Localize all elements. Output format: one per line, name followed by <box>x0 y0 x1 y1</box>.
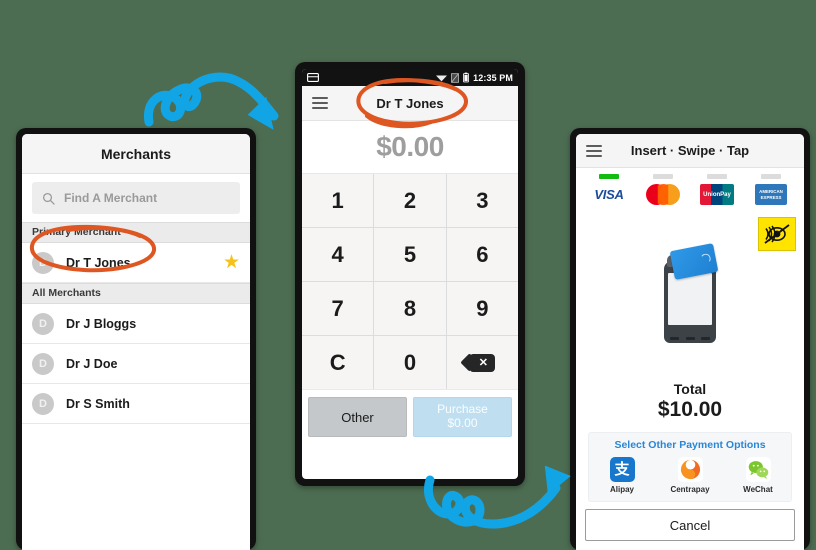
payment-appbar: Insert · Swipe · Tap <box>576 134 804 168</box>
terminal-illustration-area <box>576 209 804 381</box>
total-block: Total $10.00 <box>576 381 804 428</box>
other-payment-title[interactable]: Select Other Payment Options <box>595 439 785 451</box>
other-payment-panel: Select Other Payment Options 支 Alipay Ce… <box>588 432 792 502</box>
amex-icon: AMERICAN EXPRESS <box>755 184 787 205</box>
key-clear[interactable]: C <box>302 336 374 389</box>
wallet-label: Alipay <box>609 485 634 494</box>
key-2[interactable]: 2 <box>374 174 446 227</box>
wallet-label: Centrapay <box>670 485 710 494</box>
purchase-button[interactable]: Purchase $0.00 <box>413 397 512 437</box>
status-time: 12:35 PM <box>473 72 513 83</box>
status-bar: 12:35 PM <box>302 69 518 86</box>
other-button[interactable]: Other <box>308 397 407 437</box>
visa-label: VISA <box>594 187 624 202</box>
merchants-phone: Merchants Find A Merchant Primary Mercha… <box>16 128 256 550</box>
avatar: D <box>32 392 54 415</box>
keypad-appbar: Dr T Jones <box>302 86 518 121</box>
card-brand-visa: VISA <box>589 174 629 205</box>
card-brand-row: VISA UnionPay AMERICAN EXPRESS <box>576 168 804 209</box>
section-header-all: All Merchants <box>22 283 250 304</box>
list-item[interactable]: D Dr J Bloggs <box>22 304 250 344</box>
key-backspace[interactable]: ✕ <box>446 336 518 389</box>
arrow-to-keypad-phone <box>143 72 279 130</box>
key-0[interactable]: 0 <box>374 336 446 389</box>
merchant-name: Dr J Bloggs <box>66 316 137 331</box>
wallet-wechat[interactable]: WeChat <box>735 457 781 494</box>
purchase-amount: $0.00 <box>447 416 478 430</box>
brand-indicator <box>707 174 727 179</box>
mastercard-icon <box>646 184 680 205</box>
merchants-screen: Merchants Find A Merchant Primary Mercha… <box>22 134 250 550</box>
key-1[interactable]: 1 <box>302 174 374 227</box>
merchant-name: Dr S Smith <box>66 396 130 411</box>
merchant-name: Dr J Doe <box>66 356 118 371</box>
key-9[interactable]: 9 <box>446 282 518 335</box>
avatar: D <box>32 352 54 375</box>
wifi-icon <box>436 75 448 82</box>
appbar-title: Insert · Swipe · Tap <box>630 143 750 158</box>
key-6[interactable]: 6 <box>446 228 518 281</box>
key-5[interactable]: 5 <box>374 228 446 281</box>
star-icon[interactable]: ★ <box>223 253 240 272</box>
total-label: Total <box>673 381 707 397</box>
wallet-alipay[interactable]: 支 Alipay <box>599 457 645 494</box>
list-item[interactable]: D Dr T Jones ★ <box>22 243 250 283</box>
key-8[interactable]: 8 <box>374 282 446 335</box>
wallet-label: WeChat <box>743 485 773 494</box>
signal-icon <box>451 72 460 83</box>
wallet-options: 支 Alipay Centrapay WeChat <box>595 457 785 494</box>
total-amount: $10.00 <box>657 398 723 421</box>
amount-display: $0.00 <box>302 121 518 174</box>
search-container: Find A Merchant <box>22 174 250 222</box>
wallet-centrapay[interactable]: Centrapay <box>667 457 713 494</box>
centrapay-icon <box>677 457 703 482</box>
brand-indicator <box>653 174 673 179</box>
key-7[interactable]: 7 <box>302 282 374 335</box>
payment-phone: Insert · Swipe · Tap VISA UnionPay AMERI… <box>570 128 810 550</box>
avatar: D <box>32 312 54 335</box>
avatar: D <box>32 251 54 274</box>
payment-screen: Insert · Swipe · Tap VISA UnionPay AMERI… <box>576 134 804 550</box>
status-bar-left <box>307 73 436 82</box>
keypad-actions: Other Purchase $0.00 <box>302 389 518 444</box>
page-title: Merchants <box>100 145 172 162</box>
keypad-phone: 12:35 PM Dr T Jones $0.00 1 2 3 4 5 6 7 … <box>295 62 525 486</box>
search-input[interactable]: Find A Merchant <box>32 182 240 214</box>
contactless-disabled-icon <box>758 217 796 251</box>
payment-terminal-icon <box>664 243 719 343</box>
search-icon <box>42 192 55 205</box>
key-3[interactable]: 3 <box>446 174 518 227</box>
status-bar-right: 12:35 PM <box>436 72 513 83</box>
list-item[interactable]: D Dr J Doe <box>22 344 250 384</box>
purchase-label: Purchase <box>437 402 488 417</box>
key-4[interactable]: 4 <box>302 228 374 281</box>
card-brand-amex: AMERICAN EXPRESS <box>751 174 791 205</box>
backspace-icon: ✕ <box>469 353 495 372</box>
appbar-title: Dr T Jones <box>376 95 444 111</box>
unionpay-icon: UnionPay <box>700 184 734 205</box>
card-brand-mastercard <box>643 174 683 205</box>
hamburger-icon[interactable] <box>312 97 328 109</box>
card-reader-icon <box>307 73 319 82</box>
battery-icon <box>463 72 470 83</box>
amount-value: $0.00 <box>376 131 444 162</box>
brand-indicator <box>599 174 619 179</box>
merchants-titlebar: Merchants <box>22 134 250 174</box>
numeric-keypad: 1 2 3 4 5 6 7 8 9 C 0 ✕ <box>302 174 518 389</box>
keypad-screen: 12:35 PM Dr T Jones $0.00 1 2 3 4 5 6 7 … <box>302 69 518 479</box>
cancel-button[interactable]: Cancel <box>585 509 795 541</box>
visa-icon: VISA <box>594 184 623 205</box>
alipay-icon: 支 <box>609 457 635 482</box>
search-placeholder: Find A Merchant <box>64 191 158 205</box>
section-header-primary: Primary Merchant <box>22 222 250 243</box>
merchant-name: Dr T Jones <box>66 255 131 270</box>
amex-label: AMERICAN EXPRESS <box>759 189 783 200</box>
card-brand-unionpay: UnionPay <box>697 174 737 205</box>
wechat-icon <box>745 457 771 482</box>
list-item[interactable]: D Dr S Smith <box>22 384 250 424</box>
brand-indicator <box>761 174 781 179</box>
cancel-container: Cancel <box>576 502 804 550</box>
